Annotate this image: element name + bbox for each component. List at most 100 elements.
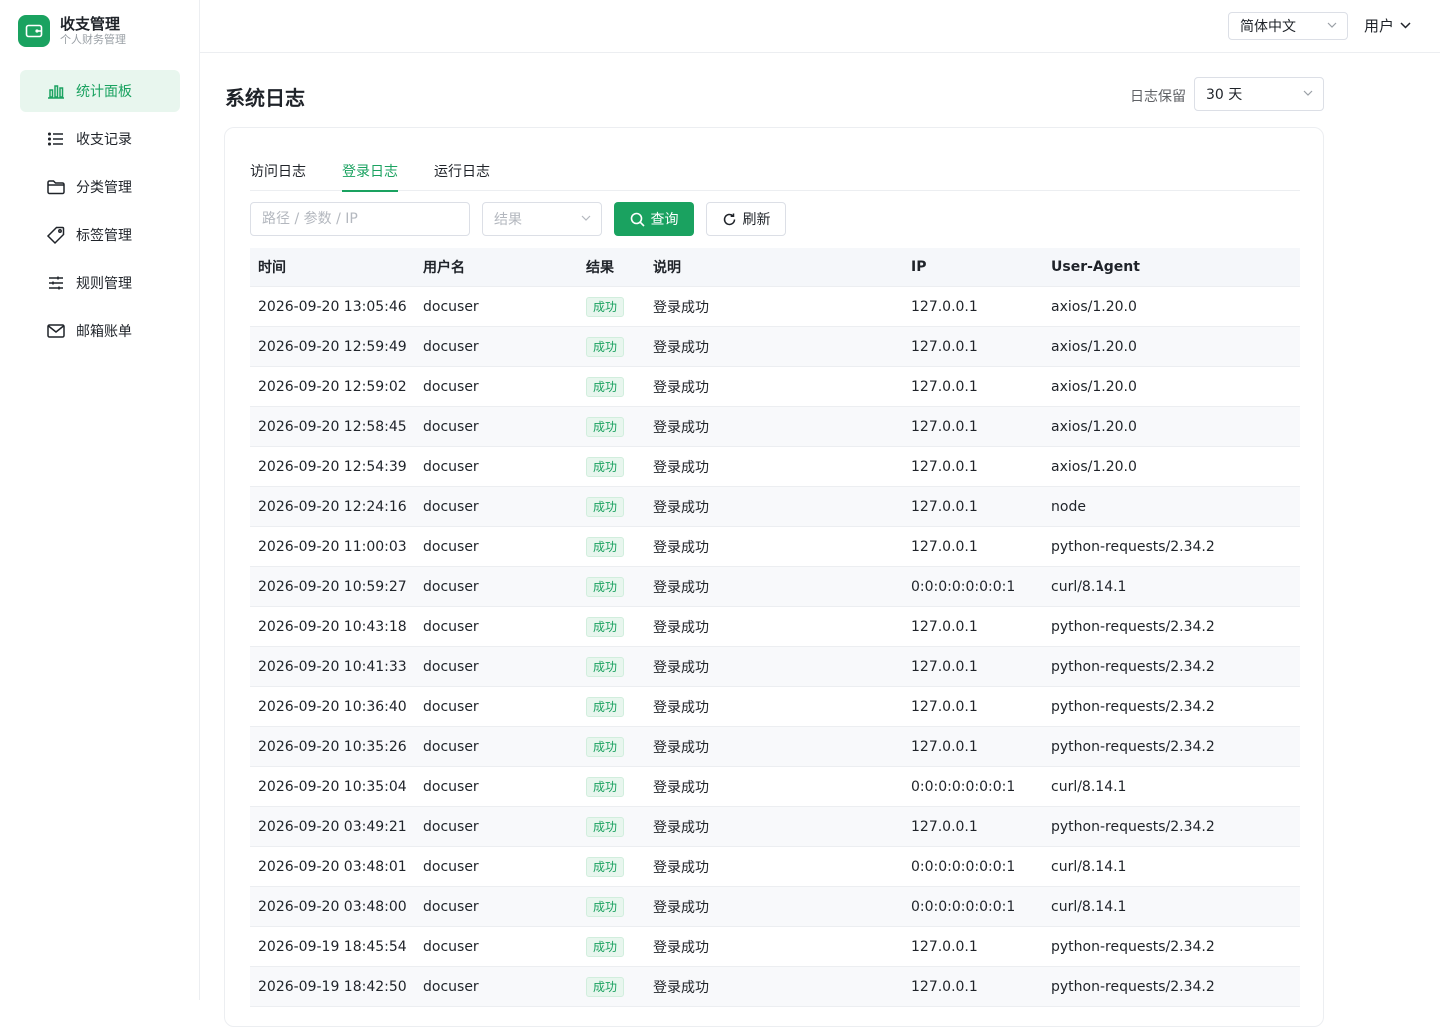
result-placeholder: 结果 xyxy=(494,212,522,228)
refresh-button[interactable]: 刷新 xyxy=(706,202,786,236)
page-title: 系统日志 xyxy=(225,86,305,110)
mail-icon xyxy=(47,324,65,338)
cell-ip: 127.0.0.1 xyxy=(911,498,978,515)
table-row[interactable]: 2026-09-20 12:58:45 docuser 成功 登录成功 127.0.0.… xyxy=(250,407,1300,447)
table-row[interactable]: 2026-09-20 10:36:40 docuser 成功 登录成功 127.0.0.… xyxy=(250,687,1300,727)
cell-time: 2026-09-20 12:54:39 xyxy=(258,458,407,475)
cell-ip: 127.0.0.1 xyxy=(911,978,978,995)
cell-result: 成功 xyxy=(578,736,645,757)
table-row[interactable]: 2026-09-20 12:59:02 docuser 成功 登录成功 127.0.0.… xyxy=(250,367,1300,407)
cell-time: 2026-09-20 11:00:03 xyxy=(258,538,407,555)
table-row[interactable]: 2026-09-20 12:24:16 docuser 成功 登录成功 127.0.0.… xyxy=(250,487,1300,527)
tab-login-log[interactable]: 登录日志 xyxy=(342,158,398,192)
column-header-user-agent[interactable]: User-Agent xyxy=(1043,259,1300,275)
table-body: 2026-09-20 13:05:46 docuser 成功 登录成功 127.0.0.… xyxy=(250,287,1300,1007)
table-row[interactable]: 2026-09-20 10:35:26 docuser 成功 登录成功 127.0.0.… xyxy=(250,727,1300,767)
table-row[interactable]: 2026-09-20 11:00:03 docuser 成功 登录成功 127.0.0.… xyxy=(250,527,1300,567)
cell-user-agent: python-requests/2.34.2 xyxy=(1051,978,1215,995)
sidebar-item-categories[interactable]: 分类管理 xyxy=(20,166,180,208)
retention-select[interactable]: 30 天 xyxy=(1194,77,1324,111)
cell-ip: 127.0.0.1 xyxy=(911,818,978,835)
status-badge: 成功 xyxy=(586,616,625,637)
user-menu[interactable]: 用户 xyxy=(1364,15,1411,36)
chevron-down-icon xyxy=(1327,22,1337,28)
cell-ip: 127.0.0.1 xyxy=(911,658,978,675)
cell-ip: 0:0:0:0:0:0:0:1 xyxy=(911,858,1016,875)
cell-username: docuser xyxy=(423,778,479,795)
search-input[interactable] xyxy=(250,202,470,236)
wallet-icon xyxy=(18,15,50,47)
status-badge: 成功 xyxy=(586,496,625,517)
cell-user-agent: python-requests/2.34.2 xyxy=(1051,658,1215,675)
language-select[interactable]: 简体中文 xyxy=(1228,12,1348,40)
query-button[interactable]: 查询 xyxy=(614,202,694,236)
cell-time: 2026-09-20 12:24:16 xyxy=(258,498,407,515)
sidebar-item-rules[interactable]: 规则管理 xyxy=(20,262,180,304)
table-row[interactable]: 2026-09-20 03:48:01 docuser 成功 登录成功 0:0:0:0:… xyxy=(250,847,1300,887)
cell-username: docuser xyxy=(423,738,479,755)
table-row[interactable]: 2026-09-20 10:43:18 docuser 成功 登录成功 127.0.0.… xyxy=(250,607,1300,647)
column-header-result[interactable]: 结果 xyxy=(578,257,645,277)
cell-result: 成功 xyxy=(578,656,645,677)
cell-username: docuser xyxy=(423,858,479,875)
sidebar-item-records[interactable]: 收支记录 xyxy=(20,118,180,160)
brand[interactable]: 收支管理 个人财务管理 xyxy=(18,15,126,47)
cell-result: 成功 xyxy=(578,936,645,957)
bar-chart-icon xyxy=(48,85,64,99)
cell-result: 成功 xyxy=(578,776,645,797)
sidebar-item-dashboard[interactable]: 统计面板 xyxy=(20,70,180,112)
chevron-down-icon xyxy=(1303,90,1313,96)
sidebar-item-mail-bills[interactable]: 邮箱账单 xyxy=(20,310,180,352)
brand-subtitle: 个人财务管理 xyxy=(60,33,126,46)
search-icon xyxy=(630,212,645,227)
cell-result: 成功 xyxy=(578,976,645,997)
column-header-time[interactable]: 时间 xyxy=(250,257,415,277)
tab-access-log[interactable]: 访问日志 xyxy=(250,158,306,191)
cell-result: 成功 xyxy=(578,336,645,357)
table-row[interactable]: 2026-09-20 03:49:21 docuser 成功 登录成功 127.0.0.… xyxy=(250,807,1300,847)
cell-time: 2026-09-19 18:42:50 xyxy=(258,978,407,995)
table-row[interactable]: 2026-09-20 12:54:39 docuser 成功 登录成功 127.0.0.… xyxy=(250,447,1300,487)
cell-result: 成功 xyxy=(578,696,645,717)
sidebar-item-tags[interactable]: 标签管理 xyxy=(20,214,180,256)
cell-result: 成功 xyxy=(578,616,645,637)
table-row[interactable]: 2026-09-19 18:42:50 docuser 成功 登录成功 127.0.0.… xyxy=(250,967,1300,1007)
column-header-description[interactable]: 说明 xyxy=(645,257,903,277)
cell-ip: 0:0:0:0:0:0:0:1 xyxy=(911,778,1016,795)
sidebar-item-label: 邮箱账单 xyxy=(76,324,132,340)
language-value: 简体中文 xyxy=(1240,19,1296,35)
table-row[interactable]: 2026-09-20 10:35:04 docuser 成功 登录成功 0:0:0:0:… xyxy=(250,767,1300,807)
table-row[interactable]: 2026-09-19 18:45:54 docuser 成功 登录成功 127.0.0.… xyxy=(250,927,1300,967)
cell-user-agent: python-requests/2.34.2 xyxy=(1051,738,1215,755)
cell-username: docuser xyxy=(423,298,479,315)
table-row[interactable]: 2026-09-20 03:48:00 docuser 成功 登录成功 0:0:0:0:… xyxy=(250,887,1300,927)
table-row[interactable]: 2026-09-20 12:59:49 docuser 成功 登录成功 127.0.0.… xyxy=(250,327,1300,367)
cell-user-agent: axios/1.20.0 xyxy=(1051,338,1137,355)
cell-result: 成功 xyxy=(578,496,645,517)
status-badge: 成功 xyxy=(586,656,625,677)
tab-runtime-log[interactable]: 运行日志 xyxy=(434,158,490,191)
table-row[interactable]: 2026-09-20 13:05:46 docuser 成功 登录成功 127.0.0.… xyxy=(250,287,1300,327)
table-row[interactable]: 2026-09-20 10:59:27 docuser 成功 登录成功 0:0:0:0:… xyxy=(250,567,1300,607)
cell-description: 登录成功 xyxy=(653,579,709,596)
status-badge: 成功 xyxy=(586,816,625,837)
cell-result: 成功 xyxy=(578,376,645,397)
cell-user-agent: axios/1.20.0 xyxy=(1051,378,1137,395)
cell-username: docuser xyxy=(423,338,479,355)
sidebar-item-label: 收支记录 xyxy=(76,132,132,148)
refresh-icon xyxy=(723,213,735,225)
cell-user-agent: python-requests/2.34.2 xyxy=(1051,818,1215,835)
cell-description: 登录成功 xyxy=(653,659,709,676)
sidebar-item-label: 分类管理 xyxy=(76,180,132,196)
result-select[interactable]: 结果 xyxy=(482,202,602,236)
status-badge: 成功 xyxy=(586,696,625,717)
table-row[interactable]: 2026-09-20 10:41:33 docuser 成功 登录成功 127.0.0.… xyxy=(250,647,1300,687)
cell-result: 成功 xyxy=(578,896,645,917)
cell-user-agent: axios/1.20.0 xyxy=(1051,418,1137,435)
column-header-ip[interactable]: IP xyxy=(903,259,1043,275)
table-header: 时间 用户名 结果 说明 IP User-Agent xyxy=(250,248,1300,287)
cell-description: 登录成功 xyxy=(653,339,709,356)
column-header-username[interactable]: 用户名 xyxy=(415,257,578,277)
cell-result: 成功 xyxy=(578,856,645,877)
query-button-label: 查询 xyxy=(650,212,679,228)
